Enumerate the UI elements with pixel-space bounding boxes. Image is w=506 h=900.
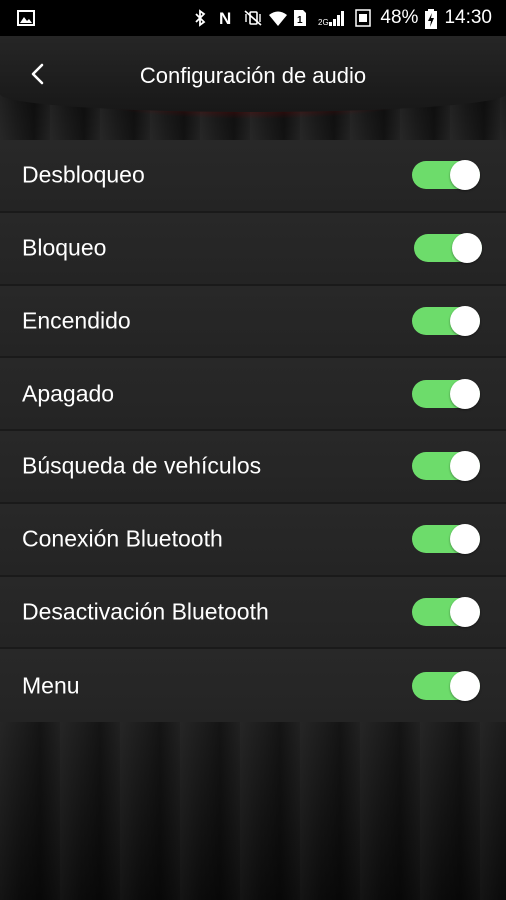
toggle-knob xyxy=(450,305,480,336)
settings-list: Desbloqueo Bloqueo Encendido Apagado Bús… xyxy=(0,140,506,722)
toggle-knob xyxy=(450,160,480,191)
network-type-label: 2G xyxy=(318,18,329,27)
setting-label: Búsqueda de vehículos xyxy=(22,452,262,479)
setting-row-desactivacion-bluetooth: Desactivación Bluetooth xyxy=(0,576,506,650)
toggle-knob xyxy=(452,233,482,264)
toggle-knob xyxy=(450,378,480,409)
status-icons: N 1 2G 48% 14:30 xyxy=(193,0,492,36)
page-title: Configuración de audio xyxy=(139,63,367,88)
setting-row-desbloqueo: Desbloqueo xyxy=(0,140,506,213)
menu-toggle[interactable] xyxy=(412,670,480,701)
vibrate-mute-icon xyxy=(243,9,262,27)
setting-row-apagado: Apagado xyxy=(0,358,506,431)
busqueda-vehiculos-toggle[interactable] xyxy=(412,451,480,482)
setting-label: Menu xyxy=(22,672,80,699)
setting-row-encendido: Encendido xyxy=(0,285,506,359)
battery-charging-icon xyxy=(425,9,438,29)
sim1-icon: 1 xyxy=(293,9,311,27)
status-time: 14:30 xyxy=(444,7,492,28)
svg-text:N: N xyxy=(219,9,231,27)
toggle-knob xyxy=(450,524,480,555)
gallery-icon xyxy=(16,8,36,28)
toggle-knob xyxy=(450,670,480,701)
bluetooth-icon xyxy=(193,9,211,27)
battery-percent: 48% xyxy=(380,7,419,28)
apagado-toggle[interactable] xyxy=(412,378,480,409)
nfc-icon: N xyxy=(218,9,236,28)
toggle-knob xyxy=(450,451,480,482)
setting-label: Conexión Bluetooth xyxy=(22,525,223,552)
wifi-icon xyxy=(268,9,288,27)
sim2-icon xyxy=(355,9,373,27)
setting-row-menu: Menu xyxy=(0,649,506,722)
background-panel xyxy=(0,722,506,900)
setting-label: Apagado xyxy=(22,380,115,407)
bloqueo-toggle[interactable] xyxy=(414,233,482,264)
header-bar: Configuración de audio xyxy=(0,36,506,140)
setting-row-busqueda-vehiculos: Búsqueda de vehículos xyxy=(0,431,506,504)
setting-label: Desactivación Bluetooth xyxy=(22,598,269,625)
status-bar: N 1 2G 48% 14:30 xyxy=(0,0,506,36)
svg-text:1: 1 xyxy=(297,15,303,26)
desbloqueo-toggle[interactable] xyxy=(412,160,480,191)
toggle-knob xyxy=(450,596,480,627)
setting-label: Desbloqueo xyxy=(22,161,145,188)
desactivacion-bluetooth-toggle[interactable] xyxy=(412,596,480,627)
app-screen: N 1 2G 48% 14:30 Configuración de audio … xyxy=(0,0,506,900)
setting-label: Bloqueo xyxy=(22,234,107,261)
encendido-toggle[interactable] xyxy=(412,305,480,336)
setting-label: Encendido xyxy=(22,307,131,334)
setting-row-conexion-bluetooth: Conexión Bluetooth xyxy=(0,503,506,577)
conexion-bluetooth-toggle[interactable] xyxy=(412,524,480,555)
setting-row-bloqueo: Bloqueo xyxy=(0,212,506,286)
signal-icon: 2G xyxy=(318,9,348,27)
